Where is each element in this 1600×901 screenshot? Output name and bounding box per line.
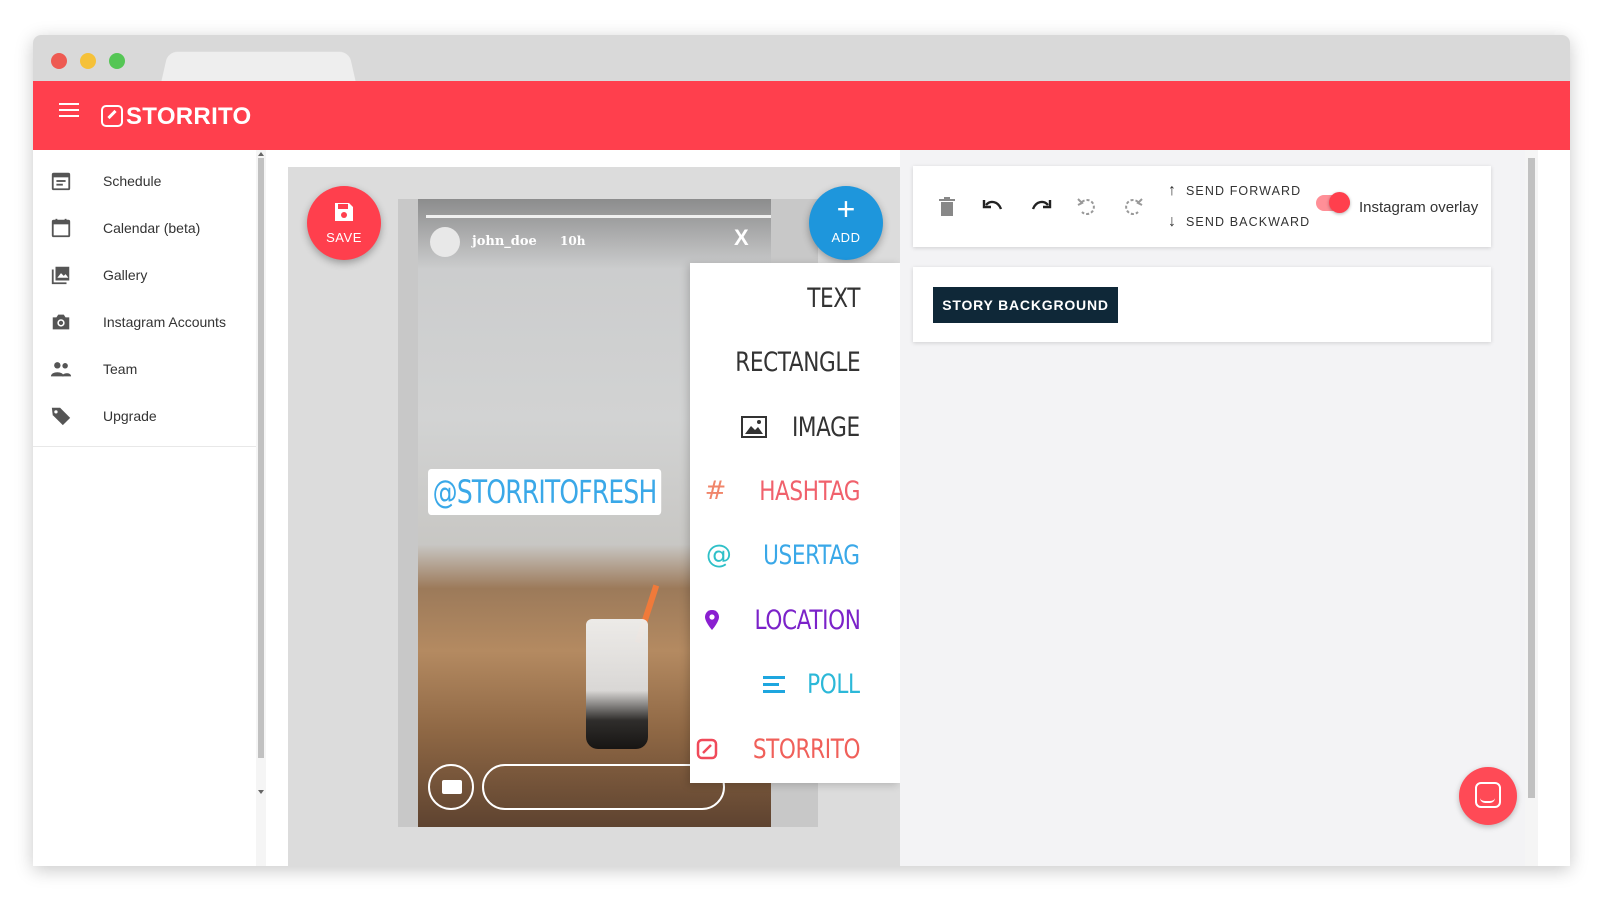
add-button[interactable]: + ADD [809, 186, 883, 260]
menu-item-rectangle[interactable]: RECTANGLE [704, 340, 860, 384]
add-element-menu: TEXT RECTANGLE IMAGE # HASHTAG @ USERTAG… [690, 263, 900, 783]
sidebar-item-label: Team [103, 361, 138, 377]
storrito-logo-icon [101, 105, 123, 127]
sidebar-item-instagram-accounts[interactable]: Instagram Accounts [33, 299, 256, 345]
sidebar-item-label: Gallery [103, 267, 148, 283]
main-scrollbar[interactable] [1525, 150, 1538, 866]
instagram-overlay-toggle[interactable] [1316, 192, 1350, 213]
background-card: STORY BACKGROUND [913, 267, 1491, 342]
hash-icon: # [704, 476, 727, 506]
scroll-up-arrow-icon[interactable] [258, 152, 264, 156]
scroll-down-arrow-icon[interactable] [258, 790, 264, 794]
add-label: ADD [831, 230, 861, 245]
storrito-logo-icon [696, 738, 718, 760]
sidebar-item-label: Instagram Accounts [103, 314, 226, 330]
gallery-icon [51, 266, 70, 285]
arrow-down-icon: ↓ [1168, 213, 1178, 230]
sidebar-item-upgrade[interactable]: Upgrade [33, 393, 256, 439]
plus-icon: + [836, 191, 856, 227]
sidebar-item-label: Calendar (beta) [103, 220, 201, 236]
sidebar-item-calendar[interactable]: Calendar (beta) [33, 205, 256, 251]
brand-name: STORRITO [126, 103, 252, 130]
story-reply-field [482, 764, 725, 810]
sidebar-item-label: Upgrade [103, 408, 157, 424]
main-scroll-thumb[interactable] [1528, 158, 1535, 798]
calendar-list-icon [51, 172, 71, 191]
menu-item-hashtag[interactable]: # HASHTAG [704, 469, 861, 513]
story-close-button[interactable]: X [734, 225, 749, 251]
sidebar-item-team[interactable]: Team [33, 346, 256, 392]
trash-icon[interactable] [935, 195, 959, 219]
browser-tab[interactable] [161, 51, 356, 83]
app-bar: STORRITO [33, 81, 1570, 150]
avatar [430, 227, 460, 257]
story-time: 10h [560, 234, 586, 248]
menu-item-text[interactable]: TEXT [794, 276, 860, 320]
sidebar-item-schedule[interactable]: Schedule [33, 158, 256, 204]
rotate-right-icon[interactable] [1121, 195, 1145, 219]
location-pin-icon [704, 610, 719, 630]
save-button[interactable]: SAVE [307, 186, 381, 260]
sidebar-scrollbar[interactable] [256, 150, 266, 866]
browser-titlebar [33, 35, 1570, 83]
team-icon [50, 362, 72, 377]
browser-window: STORRITO Schedule Calendar (beta) Galler… [33, 35, 1570, 866]
menu-item-label: TEXT [807, 282, 860, 314]
story-progress-bar [426, 215, 771, 218]
camera-icon [52, 314, 70, 330]
story-background-button[interactable]: STORY BACKGROUND [933, 287, 1118, 323]
properties-panel: ↑ SEND FORWARD ↓ SEND BACKWARD Instagram o… [900, 150, 1525, 866]
menu-item-usertag[interactable]: @ USERTAG [706, 533, 860, 577]
usertag-sticker[interactable]: @STORRITOFRESH [428, 469, 662, 515]
sidebar: Schedule Calendar (beta) Gallery Instagr… [33, 150, 256, 866]
menu-item-storrito[interactable]: STORRITO [696, 727, 860, 771]
menu-item-label: IMAGE [792, 411, 860, 443]
sidebar-item-label: Schedule [103, 173, 162, 189]
sidebar-divider [33, 446, 256, 447]
sidebar-scroll-thumb[interactable] [258, 158, 264, 758]
save-label: SAVE [326, 230, 362, 245]
calendar-icon [51, 218, 71, 238]
at-icon: @ [705, 540, 732, 570]
menu-item-poll[interactable]: POLL [762, 662, 860, 706]
story-username: john_doe [472, 234, 537, 249]
camera-icon [428, 764, 474, 810]
menu-item-label: LOCATION [754, 604, 860, 636]
chat-button[interactable] [1459, 767, 1517, 825]
menu-item-label: POLL [807, 668, 861, 700]
poll-lines-icon [763, 676, 786, 693]
menu-item-location[interactable]: LOCATION [704, 598, 860, 642]
toggle-knob [1329, 192, 1350, 213]
story-editor-canvas: john_doe 10h X @STORRITOFRESH SAVE + ADD… [288, 167, 900, 866]
menu-item-image[interactable]: IMAGE [741, 405, 860, 449]
layer-toolbar: ↑ SEND FORWARD ↓ SEND BACKWARD Instagram o… [913, 166, 1491, 247]
send-backward-label: SEND BACKWARD [1186, 215, 1311, 229]
hamburger-icon[interactable] [59, 103, 79, 119]
maximize-window-button[interactable] [109, 53, 125, 69]
rotate-left-icon[interactable] [1075, 195, 1099, 219]
chat-icon [1475, 782, 1501, 808]
menu-item-label: HASHTAG [759, 475, 860, 507]
tag-icon [51, 407, 71, 426]
redo-icon[interactable] [1029, 195, 1053, 219]
undo-icon[interactable] [981, 195, 1005, 219]
minimize-window-button[interactable] [80, 53, 96, 69]
menu-item-label: USERTAG [763, 539, 861, 571]
menu-item-label: STORRITO [752, 733, 861, 765]
arrow-up-icon: ↑ [1168, 182, 1178, 199]
sidebar-item-gallery[interactable]: Gallery [33, 252, 256, 298]
send-forward-button[interactable]: ↑ SEND FORWARD [1168, 182, 1301, 200]
image-icon [741, 416, 768, 438]
send-backward-button[interactable]: ↓ SEND BACKWARD [1168, 213, 1310, 231]
menu-item-label: RECTANGLE [734, 346, 860, 378]
drink-cup [586, 619, 648, 749]
instagram-overlay-label: Instagram overlay [1359, 199, 1479, 216]
send-forward-label: SEND FORWARD [1186, 184, 1302, 198]
close-window-button[interactable] [51, 53, 67, 69]
floppy-disk-icon [335, 203, 353, 221]
